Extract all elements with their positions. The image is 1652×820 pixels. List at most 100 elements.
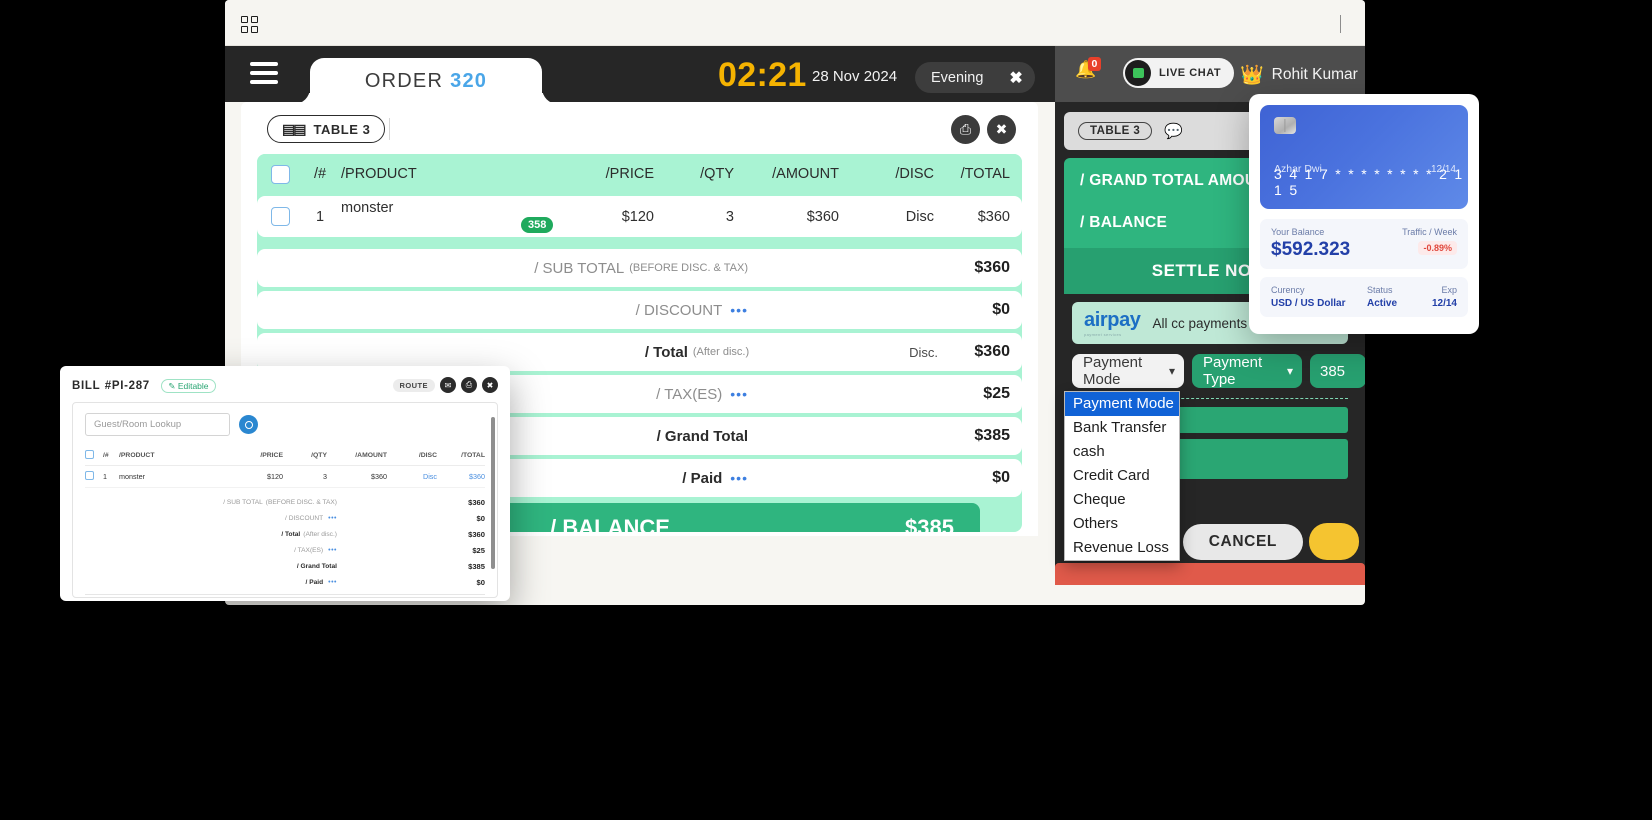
- route-chip[interactable]: ROUTE: [392, 378, 435, 392]
- payment-mode-select[interactable]: Payment Mode ▾: [1072, 354, 1184, 388]
- row-select-cell[interactable]: [257, 207, 303, 226]
- traffic-col: Traffic / Week -0.89%: [1402, 227, 1457, 256]
- summary-value: $360: [974, 343, 1010, 360]
- exp-col: Exp 12/14: [1419, 285, 1457, 309]
- notifications-button[interactable]: 🔔 0: [1075, 57, 1103, 88]
- select-all-cell[interactable]: [257, 164, 303, 184]
- col-disc: /DISC: [895, 166, 934, 182]
- bill-cell-disc[interactable]: Disc: [387, 465, 437, 488]
- more-options-icon[interactable]: •••: [328, 547, 337, 554]
- bill-row-select[interactable]: [85, 465, 103, 488]
- bill-header: BILL #PI-287 ✎ Editable ROUTE ✉ ⎙ ✖: [72, 376, 498, 394]
- close-button[interactable]: ✖: [987, 115, 1016, 144]
- row-checkbox[interactable]: [270, 207, 290, 226]
- dropdown-option[interactable]: Others: [1065, 512, 1179, 536]
- bill-summary-subtotal: / SUB TOTAL (BEFORE DISC. & TAX) $360: [85, 494, 485, 510]
- cell-num: 1: [315, 208, 325, 225]
- grid-icon[interactable]: [241, 16, 258, 33]
- cell-price: $120: [621, 208, 654, 225]
- table-row[interactable]: 1 monster 358 $120 3 $360 Disc $360: [257, 196, 1022, 237]
- shift-label: Evening: [931, 69, 984, 86]
- more-options-icon[interactable]: •••: [328, 579, 337, 586]
- summary-label: / SUB TOTAL: [223, 498, 263, 506]
- search-icon[interactable]: [239, 415, 258, 434]
- more-options-icon[interactable]: •••: [730, 302, 748, 318]
- email-button[interactable]: ✉: [440, 377, 456, 393]
- cancel-button[interactable]: CANCEL: [1182, 524, 1303, 560]
- currency-col: Curency USD / US Dollar: [1271, 285, 1367, 309]
- summary-label: / Paid: [305, 578, 324, 586]
- settle-table-chip[interactable]: TABLE 3: [1078, 122, 1153, 140]
- chat-icon[interactable]: 💬: [1164, 122, 1183, 140]
- bill-summary-total: / Total (After disc.) $360: [85, 526, 485, 542]
- traffic-label: Traffic / Week: [1402, 227, 1457, 237]
- col-qty: /QTY: [700, 166, 734, 182]
- balance-label: Your Balance: [1271, 227, 1325, 237]
- dropdown-option[interactable]: Payment Mode: [1065, 392, 1179, 416]
- bill-title: BILL: [72, 380, 101, 392]
- amount-input[interactable]: 385: [1310, 354, 1365, 388]
- payment-mode-dropdown[interactable]: Payment Mode Bank Transfer cash Credit C…: [1064, 391, 1180, 561]
- close-icon: ✖: [995, 121, 1008, 137]
- table-chip-label: TABLE 3: [313, 121, 371, 137]
- payment-type-select[interactable]: Payment Type ▾: [1192, 354, 1302, 388]
- tab-order[interactable]: ORDER 320: [310, 58, 542, 104]
- dropdown-option[interactable]: Cheque: [1065, 488, 1179, 512]
- product-badge: 358: [521, 217, 554, 233]
- summary-value: $360: [468, 497, 485, 507]
- select-all-checkbox[interactable]: [85, 450, 94, 459]
- close-icon[interactable]: ✖: [1009, 68, 1022, 88]
- notification-badge: 0: [1088, 57, 1101, 71]
- bill-summary-grand-total: / Grand Total $385: [85, 558, 485, 574]
- summary-value: $25: [983, 385, 1010, 402]
- more-options-icon[interactable]: •••: [730, 470, 748, 486]
- payment-mode-value: Payment Mode: [1083, 354, 1143, 388]
- dropdown-option[interactable]: Credit Card: [1065, 464, 1179, 488]
- confirm-button[interactable]: [1309, 523, 1359, 560]
- summary-value: $385: [468, 561, 485, 571]
- print-button[interactable]: ⎙: [951, 115, 980, 144]
- more-options-icon[interactable]: •••: [328, 515, 337, 522]
- scrollbar[interactable]: [491, 417, 495, 569]
- email-icon: ✉: [444, 380, 452, 390]
- cell-amount: $360: [806, 208, 839, 225]
- table-icon: ▤▤: [282, 120, 307, 137]
- hamburger-icon[interactable]: [250, 62, 278, 84]
- guest-lookup-input[interactable]: Guest/Room Lookup: [85, 413, 230, 436]
- card-number: 3 4 1 7 * * * * * * * * 2 1 1 5: [1274, 166, 1465, 198]
- currency-label: Curency: [1271, 285, 1305, 295]
- bill-window: BILL #PI-287 ✎ Editable ROUTE ✉ ⎙ ✖ Gues…: [60, 366, 510, 601]
- cell-qty: 3: [725, 208, 734, 225]
- airpay-logo-wrap: airpay payment services: [1084, 309, 1141, 337]
- col-num: /#: [313, 166, 327, 182]
- dropdown-option[interactable]: Revenue Loss: [1065, 536, 1179, 560]
- table-chip[interactable]: ▤▤ TABLE 3: [267, 115, 386, 143]
- col-product: /PRODUCT: [341, 166, 417, 182]
- dropdown-option[interactable]: Bank Transfer: [1065, 416, 1179, 440]
- row-checkbox[interactable]: [85, 471, 94, 480]
- summary-row-subtotal: / SUB TOTAL (BEFORE DISC. & TAX) $360: [257, 249, 1022, 287]
- editable-badge[interactable]: ✎ Editable: [161, 379, 216, 393]
- print-button[interactable]: ⎙: [461, 377, 477, 393]
- bill-table-row[interactable]: 1 monster $120 3 $360 Disc $360: [85, 465, 485, 488]
- bill-cell-amount: $360: [327, 465, 387, 488]
- summary-label: / Grand Total: [296, 562, 337, 570]
- bill-balance-row: / BALANCE $385: [85, 594, 485, 597]
- shift-chip[interactable]: Evening ✖: [915, 62, 1035, 93]
- dropdown-option[interactable]: cash: [1065, 440, 1179, 464]
- summary-value: $0: [476, 577, 485, 587]
- browser-chrome-bar: [225, 0, 1365, 46]
- airpay-sublogo: payment services: [1084, 332, 1122, 337]
- user-menu[interactable]: 👑 Rohit Kumar: [1240, 63, 1358, 87]
- summary-sublabel: (BEFORE DISC. & TAX): [629, 262, 748, 274]
- select-all-checkbox[interactable]: [270, 164, 290, 184]
- header-date: 28 Nov 2024: [812, 68, 898, 85]
- live-chat-toggle[interactable]: LIVE CHAT: [1123, 58, 1235, 88]
- close-button[interactable]: ✖: [482, 377, 498, 393]
- more-options-icon[interactable]: •••: [730, 386, 748, 402]
- status-col: Status Active: [1367, 285, 1419, 309]
- cell-product: monster 358: [337, 200, 562, 233]
- col-total: /TOTAL: [960, 166, 1010, 182]
- cell-disc[interactable]: Disc: [839, 209, 934, 225]
- bill-col-select: [85, 446, 103, 466]
